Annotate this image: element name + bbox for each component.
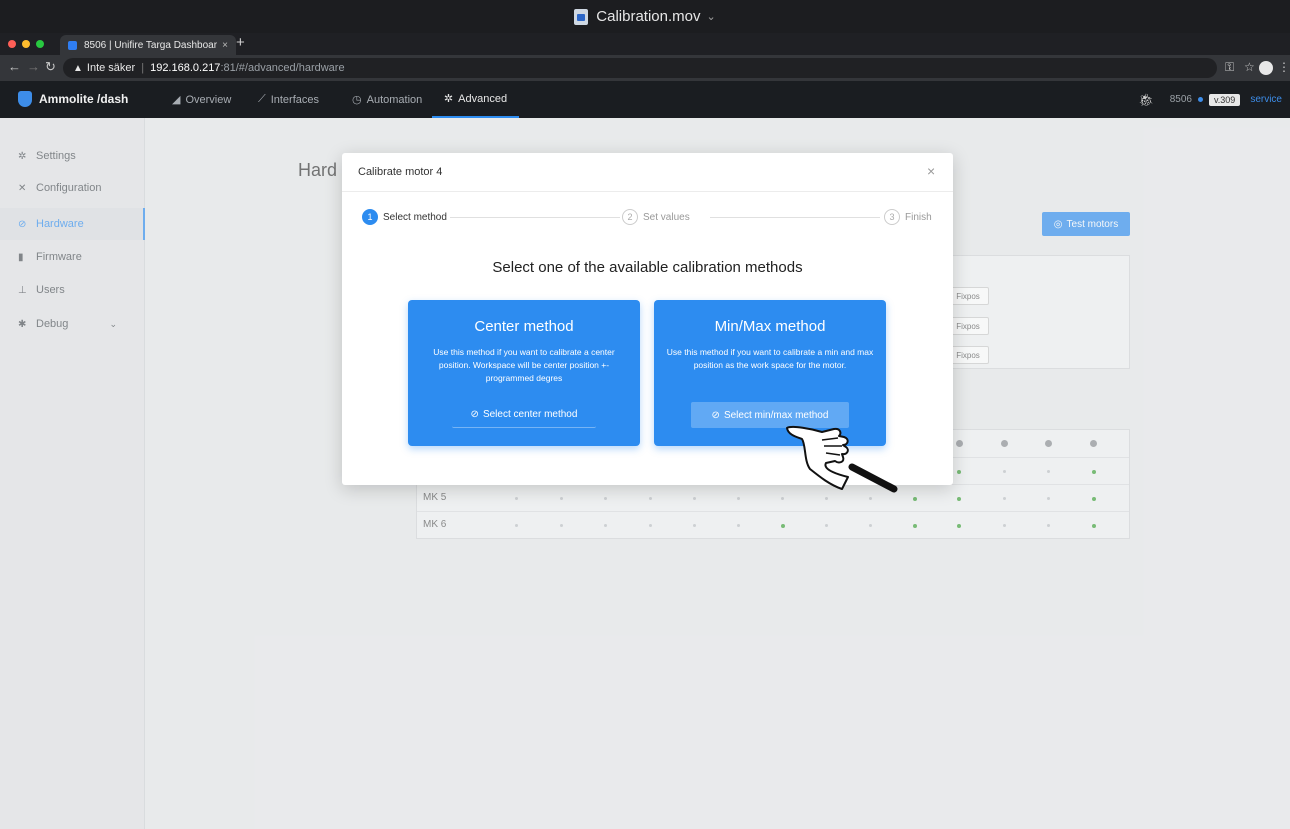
step-connector	[710, 217, 880, 218]
step-label: Select method	[383, 211, 447, 223]
step-label: Set values	[643, 211, 690, 223]
status-dot	[1197, 97, 1203, 102]
security-label: Inte säker	[86, 62, 136, 74]
nav-automation[interactable]: ◷ Automation	[352, 81, 422, 118]
menu-icon[interactable]: ⋮	[1278, 60, 1290, 74]
gear-icon: ✲	[443, 93, 454, 105]
step-number: 2	[622, 209, 638, 225]
step-connector	[450, 217, 620, 218]
tab-title: 8506 | Unifire Targa Dashboar	[84, 39, 218, 51]
bar-chart-icon: ◢	[172, 94, 181, 106]
url-host: 192.168.0.217	[150, 62, 221, 74]
warning-icon: ▲	[73, 62, 83, 74]
window-titlebar: Calibration.mov ⌄	[0, 0, 1290, 33]
minimize-window-icon[interactable]	[22, 40, 30, 48]
card-description: Use this method if you want to calibrate…	[433, 347, 615, 383]
check-circle-icon: ⊘	[470, 409, 479, 420]
step-finish: 3 Finish	[884, 209, 932, 225]
nav-label: Overview	[185, 93, 232, 106]
browser-toolbar: ← → ↻ ▲ Inte säker | 192.168.0.217 :81/#…	[0, 55, 1290, 81]
reload-icon[interactable]: ↻	[45, 59, 56, 75]
step-number: 1	[362, 209, 378, 225]
step-set-values: 2 Set values	[622, 209, 690, 225]
clock-icon: ◷	[352, 94, 362, 106]
star-icon[interactable]: ☆	[1244, 60, 1255, 74]
step-select-method: 1 Select method	[362, 209, 447, 225]
url-path: :81/#/advanced/hardware	[220, 62, 345, 74]
button-label: Select center method	[482, 409, 578, 420]
video-file-icon	[574, 8, 589, 25]
nav-advanced[interactable]: ✲ Advanced	[432, 81, 519, 118]
header-status: 🐞︎ 8506 v.309 service	[1138, 81, 1282, 118]
browser-tabbar: 8506 | Unifire Targa Dashboar × +	[0, 33, 1290, 55]
version-badge: v.309	[1208, 93, 1241, 106]
brand[interactable]: Ammolite /dash	[18, 91, 128, 107]
step-label: Finish	[905, 211, 932, 223]
shield-icon	[68, 40, 77, 50]
window-title: Calibration.mov	[596, 8, 701, 25]
card-description: Use this method if you want to calibrate…	[666, 347, 874, 370]
maximize-window-icon[interactable]	[36, 40, 44, 48]
bug-icon[interactable]: 🐞︎	[1138, 93, 1153, 107]
center-method-card[interactable]: Center method Use this method if you wan…	[408, 300, 640, 446]
select-center-method-button[interactable]: ⊘ Select center method	[452, 402, 596, 428]
divider	[342, 191, 953, 192]
nav-overview[interactable]: ◢ Overview	[172, 81, 231, 118]
nav-label: Interfaces	[270, 93, 320, 106]
nav-interfaces[interactable]: ⟋ Interfaces	[258, 81, 319, 118]
forward-icon[interactable]: →	[27, 59, 40, 74]
close-tab-icon[interactable]: ×	[222, 40, 228, 51]
chevron-down-icon[interactable]: ⌄	[707, 10, 716, 23]
nav-label: Advanced	[458, 92, 508, 105]
role-link[interactable]: service	[1250, 94, 1282, 105]
profile-icon[interactable]	[1259, 61, 1273, 75]
nav-label: Automation	[366, 93, 423, 106]
new-tab-button[interactable]: +	[236, 34, 245, 51]
close-window-icon[interactable]	[8, 40, 16, 48]
card-title: Min/Max method	[714, 318, 826, 335]
method-heading: Select one of the available calibration …	[492, 259, 803, 276]
card-title: Center method	[474, 318, 574, 335]
app-header: Ammolite /dash ◢ Overview ⟋ Interfaces ◷…	[0, 81, 1290, 118]
close-icon[interactable]: ×	[927, 163, 935, 179]
modal-title: Calibrate motor 4	[358, 166, 443, 178]
line-icon: ⟋	[258, 93, 266, 105]
pointer-hand-icon	[786, 425, 898, 493]
address-bar[interactable]: ▲ Inte säker | 192.168.0.217 :81/#/advan…	[63, 58, 1217, 78]
back-icon[interactable]: ←	[8, 59, 21, 74]
browser-tab[interactable]: 8506 | Unifire Targa Dashboar ×	[60, 35, 236, 55]
step-number: 3	[884, 209, 900, 225]
url-separator: |	[141, 62, 145, 74]
logo-icon	[18, 91, 32, 107]
check-circle-icon: ⊘	[711, 409, 720, 421]
brand-name: Ammolite /dash	[39, 92, 129, 106]
key-icon[interactable]: ⚿	[1225, 60, 1234, 75]
device-id: 8506	[1169, 94, 1192, 105]
